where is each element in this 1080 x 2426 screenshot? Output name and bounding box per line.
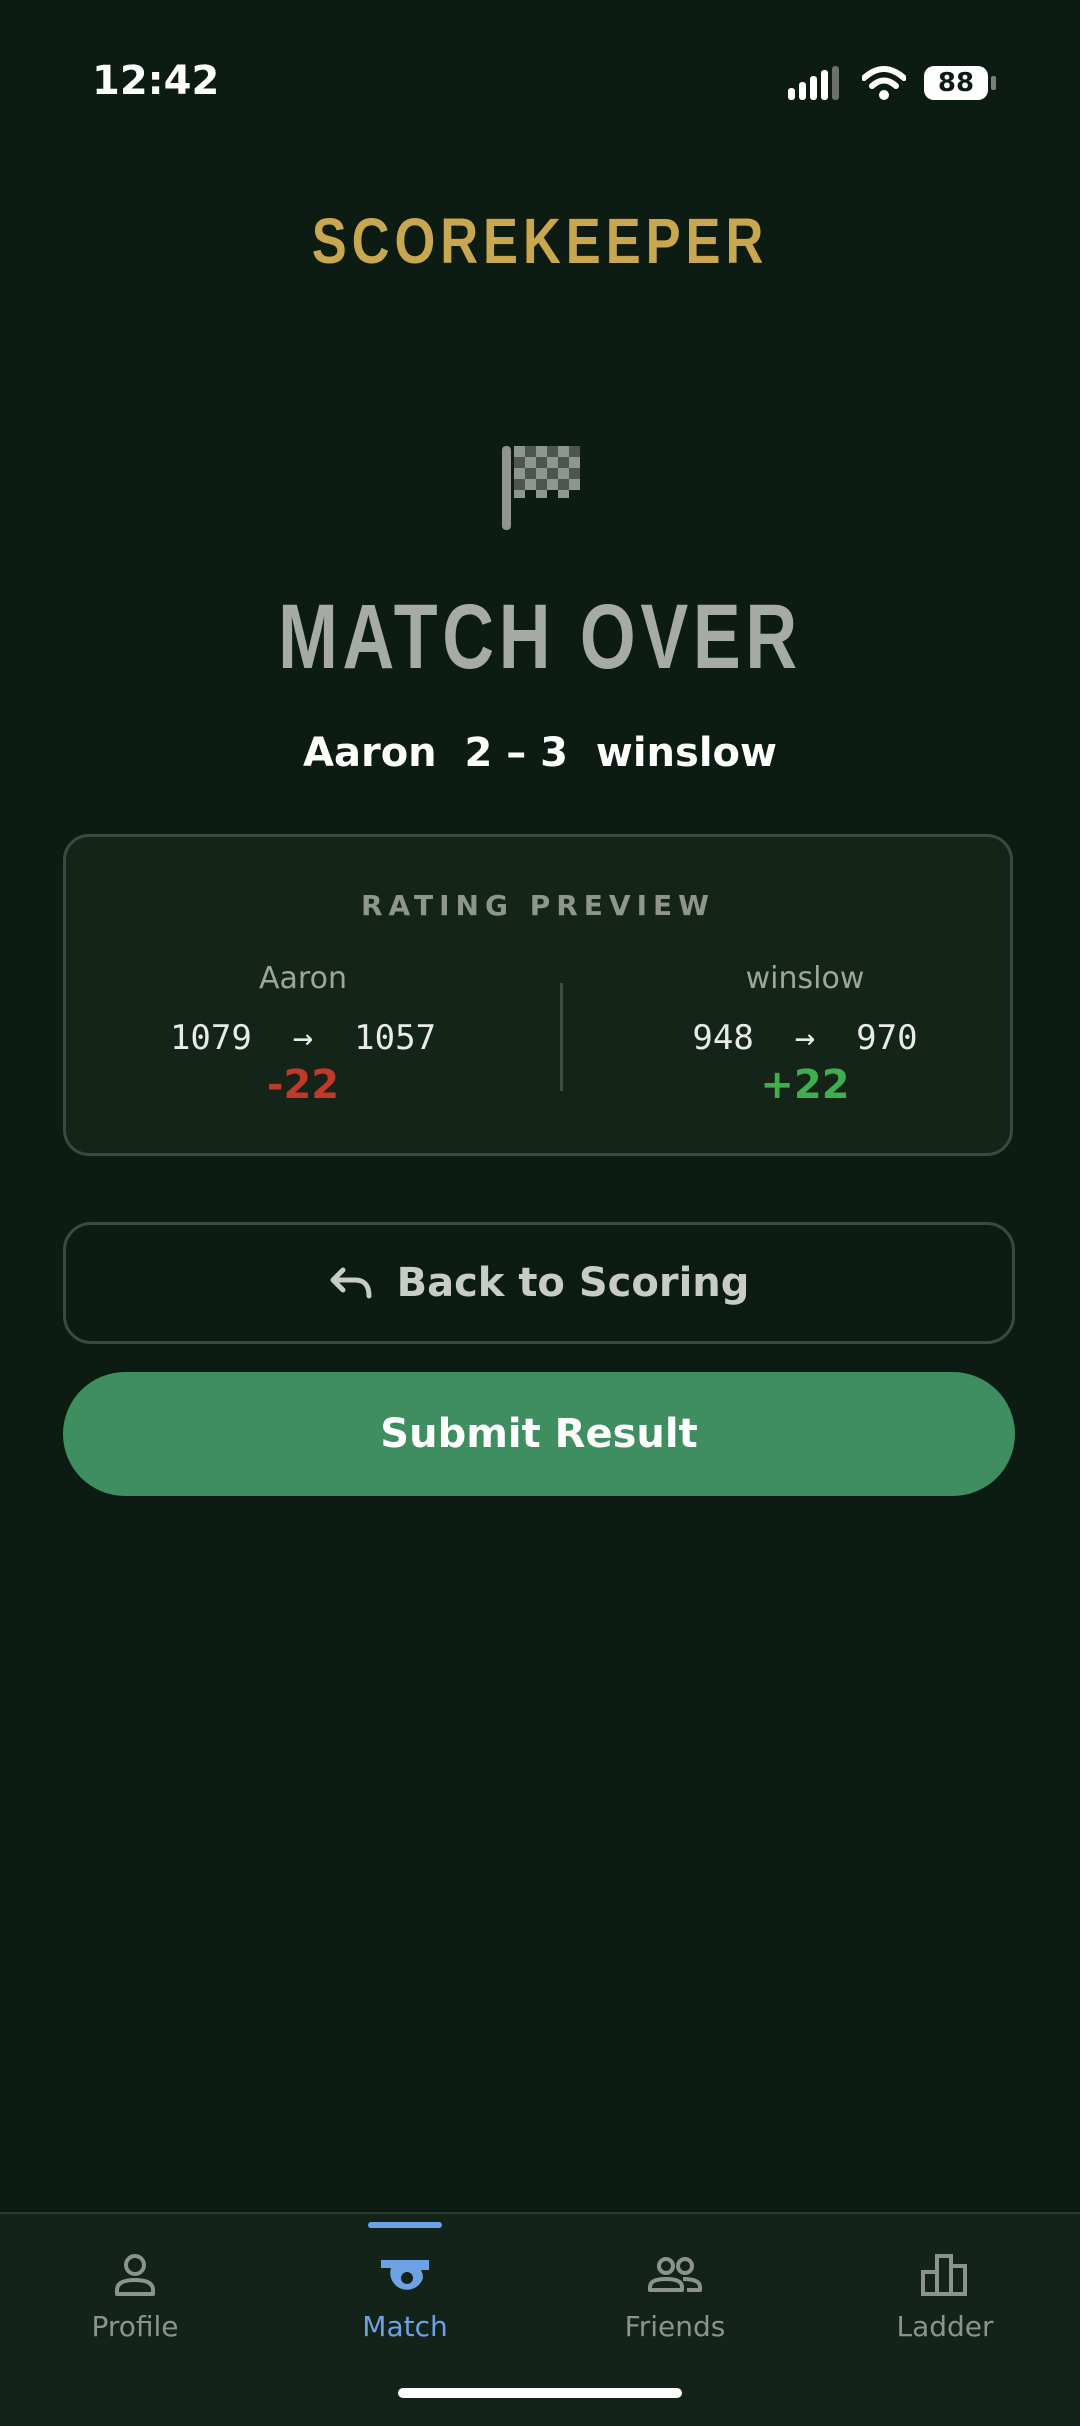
rating-preview-title: RATING PREVIEW bbox=[360, 889, 716, 922]
rating-preview-card: RATING PREVIEW Aaron 1079 → 1057 -22 win… bbox=[63, 834, 1013, 1156]
bar-chart-icon bbox=[921, 2254, 967, 2296]
rating-delta: +22 bbox=[760, 1062, 850, 1108]
app-title: SCOREKEEPER bbox=[311, 205, 769, 277]
submit-result-button[interactable]: Submit Result bbox=[63, 1372, 1015, 1496]
undo-icon bbox=[330, 1267, 372, 1299]
checkered-flag-icon bbox=[502, 446, 580, 530]
player-rating-winslow: winslow 948 → 970 +22 bbox=[605, 961, 1005, 1108]
battery-level: 88 bbox=[937, 68, 975, 98]
tab-friends[interactable]: Friends bbox=[540, 2250, 810, 2343]
tab-label: Profile bbox=[91, 2310, 179, 2343]
whistle-icon bbox=[381, 2260, 429, 2290]
rating-change: 948 → 970 bbox=[692, 1018, 918, 1058]
home-indicator bbox=[398, 2388, 682, 2398]
cellular-signal-icon bbox=[788, 66, 839, 100]
submit-result-label: Submit Result bbox=[380, 1411, 698, 1457]
tab-label: Friends bbox=[624, 2310, 726, 2343]
match-over-heading: MATCH OVER bbox=[278, 586, 802, 688]
back-to-scoring-label: Back to Scoring bbox=[396, 1260, 750, 1306]
rating-change: 1079 → 1057 bbox=[169, 1018, 437, 1058]
player-rating-aaron: Aaron 1079 → 1057 -22 bbox=[103, 961, 503, 1108]
tab-label: Ladder bbox=[896, 2310, 994, 2343]
rating-divider bbox=[560, 983, 563, 1091]
tab-match[interactable]: Match bbox=[270, 2250, 540, 2343]
people-icon bbox=[648, 2257, 702, 2292]
rating-delta: -22 bbox=[266, 1062, 340, 1108]
back-to-scoring-button[interactable]: Back to Scoring bbox=[63, 1222, 1015, 1344]
tab-ladder[interactable]: Ladder bbox=[810, 2250, 1080, 2343]
wifi-icon bbox=[862, 66, 906, 100]
active-tab-indicator bbox=[368, 2222, 442, 2228]
battery-icon: 88 bbox=[924, 66, 996, 100]
tab-label: Match bbox=[362, 2310, 448, 2343]
final-score: Aaron 2 – 3 winslow bbox=[303, 730, 777, 776]
player-name: winslow bbox=[745, 961, 865, 996]
tab-profile[interactable]: Profile bbox=[0, 2250, 270, 2343]
status-icons: 88 bbox=[788, 66, 996, 100]
person-icon bbox=[115, 2254, 155, 2296]
status-time: 12:42 bbox=[92, 58, 220, 104]
player-name: Aaron bbox=[259, 961, 347, 996]
